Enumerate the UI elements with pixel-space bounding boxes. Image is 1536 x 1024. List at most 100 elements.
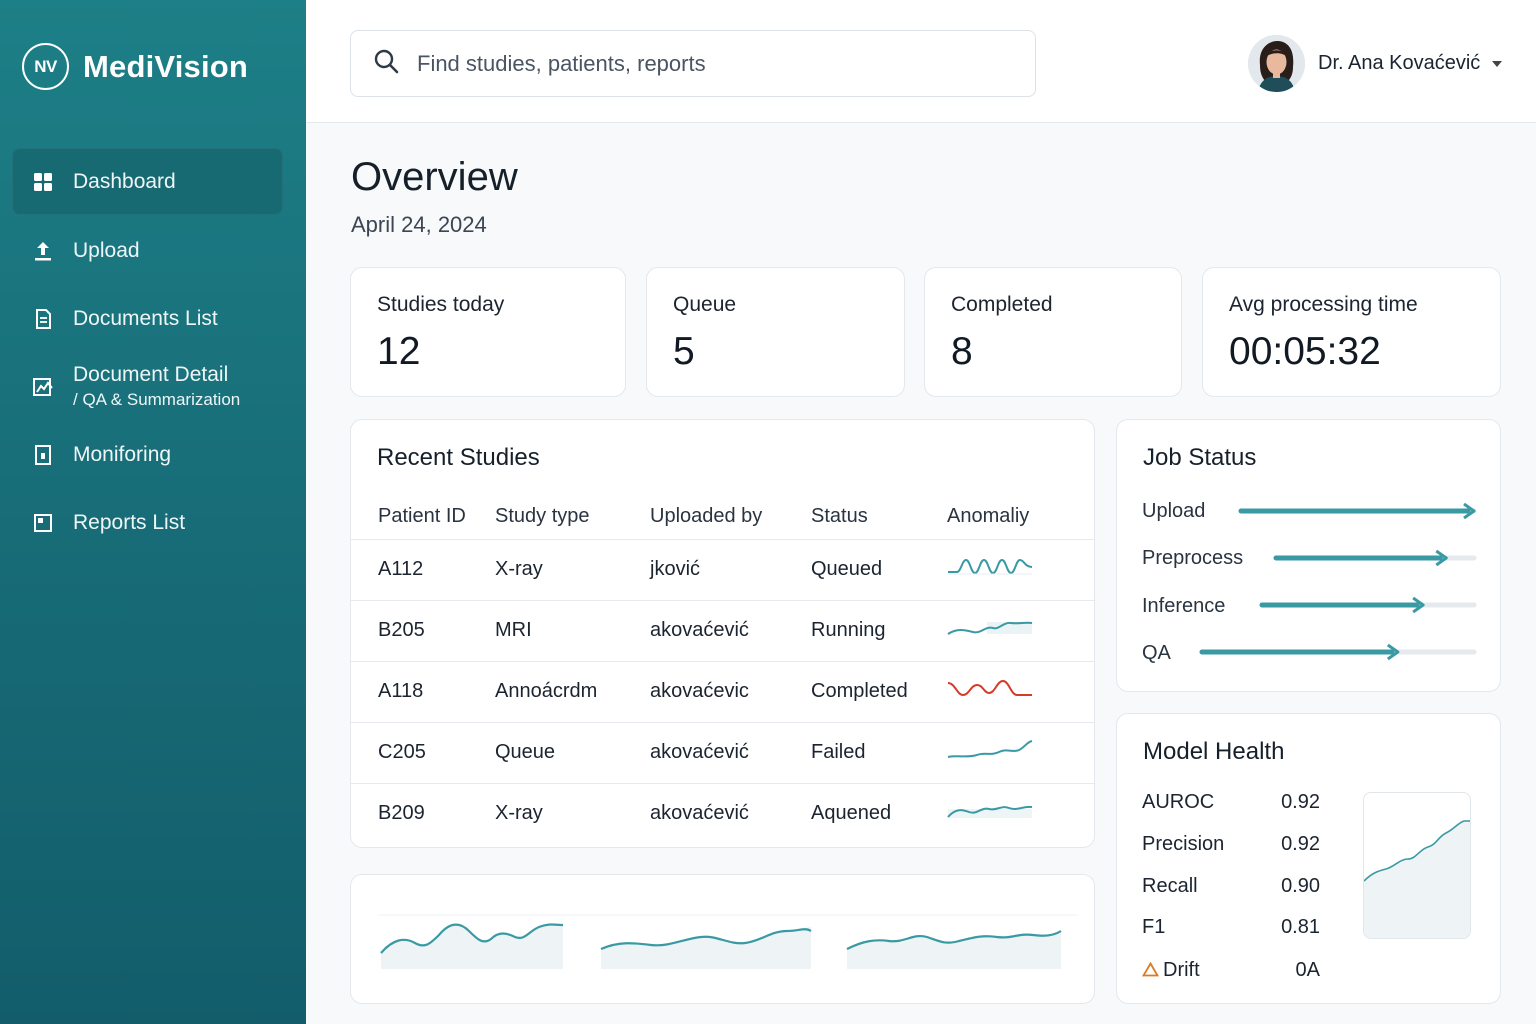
- sidebar-item-document-detail[interactable]: Document Detail / QA & Summarization: [12, 353, 283, 420]
- trend-sparklines: [379, 914, 1077, 969]
- metric-label: AUROC: [1142, 791, 1215, 813]
- stat-card-queue: Queue 5: [646, 267, 905, 397]
- stat-card-completed: Completed 8: [924, 267, 1182, 397]
- status-cell: Completed: [811, 660, 947, 722]
- uploaded-by-cell: akovaćević: [650, 599, 811, 661]
- status-cell: Aquened: [811, 782, 947, 844]
- patient-id-cell: A112: [351, 538, 495, 600]
- sidebar: NV MediVision Dashboard Upload Documents…: [0, 0, 306, 1024]
- sidebar-item-reports-list[interactable]: Reports List: [12, 489, 283, 556]
- metric-label: Recall: [1142, 875, 1198, 897]
- metric-f1: F1 0.81: [1142, 916, 1320, 939]
- sidebar-item-text: Document Detail / QA & Summarization: [73, 363, 240, 410]
- table-row[interactable]: B209 X-ray akovaćević Aquened: [351, 782, 1094, 844]
- sidebar-item-monitoring[interactable]: Moniforing: [12, 421, 283, 488]
- document-image-icon: [32, 376, 54, 398]
- metric-precision: Precision 0.92: [1142, 833, 1320, 856]
- model-health-chart: [1363, 792, 1471, 939]
- anomaly-cell: [947, 538, 1094, 600]
- avatar[interactable]: [1248, 35, 1305, 92]
- column-header[interactable]: Uploaded by: [650, 494, 811, 539]
- search-bar[interactable]: [350, 30, 1036, 97]
- table-row[interactable]: A112 X-ray jković Queued: [351, 538, 1094, 600]
- stat-card-avg-processing-time: Avg processing time 00:05:32: [1202, 267, 1501, 397]
- anomaly-sparkline: [947, 739, 1033, 758]
- patient-id-cell: B209: [351, 782, 495, 844]
- search-input[interactable]: [417, 50, 977, 77]
- table-row[interactable]: A118 Annoácrdm akovaćevic Completed: [351, 660, 1094, 722]
- job-progress-bars: [1199, 502, 1477, 661]
- column-header[interactable]: Status: [811, 494, 947, 539]
- sidebar-item-dashboard[interactable]: Dashboard: [12, 148, 283, 215]
- metric-recall: Recall 0.90: [1142, 875, 1320, 898]
- card-title: Recent Studies: [377, 444, 540, 471]
- stat-value: 5: [673, 330, 695, 373]
- anomaly-cell: [947, 599, 1094, 661]
- document-icon: [32, 308, 54, 330]
- user-name: Dr. Ana Kovaćević: [1318, 52, 1481, 74]
- column-header[interactable]: Patient ID: [351, 494, 495, 539]
- study-type-cell: X-ray: [495, 782, 650, 844]
- recent-studies-table: Patient ID Study type Uploaded by Status…: [351, 494, 1094, 844]
- page-title: Overview: [351, 155, 518, 199]
- trend-sparkline-3: [846, 930, 1062, 969]
- status-cell: Failed: [811, 721, 947, 783]
- sidebar-item-label: Documents List: [73, 306, 218, 330]
- uploaded-by-cell: akovaćevic: [650, 660, 811, 722]
- sidebar-item-sublabel: / QA & Summarization: [73, 390, 241, 409]
- metric-value: 0A: [1295, 959, 1320, 981]
- upload-icon: [32, 240, 54, 262]
- study-type-cell: Annoácrdm: [495, 660, 650, 722]
- brand[interactable]: NV MediVision: [22, 43, 248, 90]
- metric-drift: Drift 0A: [1141, 959, 1320, 983]
- sidebar-item-label: Document Detail: [73, 363, 229, 386]
- table-row[interactable]: C205 Queue akovaćević Failed: [351, 721, 1094, 783]
- trend-sparkline-1: [380, 923, 564, 969]
- report-icon: [32, 512, 54, 534]
- stat-label: Avg processing time: [1229, 293, 1418, 316]
- uploaded-by-cell: jković: [650, 538, 811, 600]
- anomaly-cell: [947, 721, 1094, 783]
- metric-value: 0.92: [1281, 833, 1320, 855]
- status-cell: Running: [811, 599, 947, 661]
- uploaded-by-cell: akovaćević: [650, 782, 811, 844]
- trends-card: [350, 874, 1095, 1004]
- anomaly-cell: [947, 782, 1094, 844]
- patient-id-cell: B205: [351, 599, 495, 661]
- chevron-down-icon[interactable]: [1492, 60, 1503, 67]
- stat-label: Studies today: [377, 293, 505, 316]
- study-type-cell: MRI: [495, 599, 650, 661]
- metric-label: F1: [1142, 916, 1166, 938]
- table-header-row: Patient ID Study type Uploaded by Status…: [351, 494, 1094, 539]
- metric-value: 0.90: [1281, 875, 1320, 897]
- sidebar-item-label: Dashboard: [73, 169, 176, 193]
- job-status-card: Job Status Upload Preprocess Inference Q…: [1116, 419, 1501, 692]
- top-header: Dr. Ana Kovaćević: [306, 0, 1536, 123]
- anomaly-sparkline: [948, 558, 1033, 574]
- card-title: Model Health: [1143, 738, 1285, 765]
- trend-sparkline-2: [600, 927, 812, 969]
- stat-card-studies-today: Studies today 12: [350, 267, 626, 397]
- column-header[interactable]: Study type: [495, 494, 650, 539]
- stat-value: 8: [951, 330, 973, 373]
- anomaly-sparkline: [947, 805, 1033, 818]
- page-date: April 24, 2024: [351, 212, 487, 237]
- metric-label: Drift: [1163, 959, 1200, 981]
- status-cell: Queued: [811, 538, 947, 600]
- brand-name: MediVision: [83, 48, 249, 84]
- table-row[interactable]: B205 MRI akovaćević Running: [351, 599, 1094, 661]
- monitor-icon: [32, 444, 54, 466]
- patient-id-cell: C205: [351, 721, 495, 783]
- stat-label: Queue: [673, 293, 737, 316]
- sidebar-item-documents-list[interactable]: Documents List: [12, 285, 283, 352]
- column-header[interactable]: Anomaliy: [947, 494, 1094, 539]
- metric-value: 0.81: [1281, 916, 1320, 938]
- search-icon: [373, 48, 399, 79]
- model-health-card: Model Health AUROC 0.92 Precision 0.92 R…: [1116, 713, 1501, 1004]
- anomaly-sparkline: [947, 621, 1033, 635]
- user-menu[interactable]: Dr. Ana Kovaćević: [1248, 35, 1503, 92]
- study-type-cell: Queue: [495, 721, 650, 783]
- uploaded-by-cell: akovaćević: [650, 721, 811, 783]
- sidebar-item-upload[interactable]: Upload: [12, 217, 283, 284]
- anomaly-sparkline: [947, 679, 1032, 696]
